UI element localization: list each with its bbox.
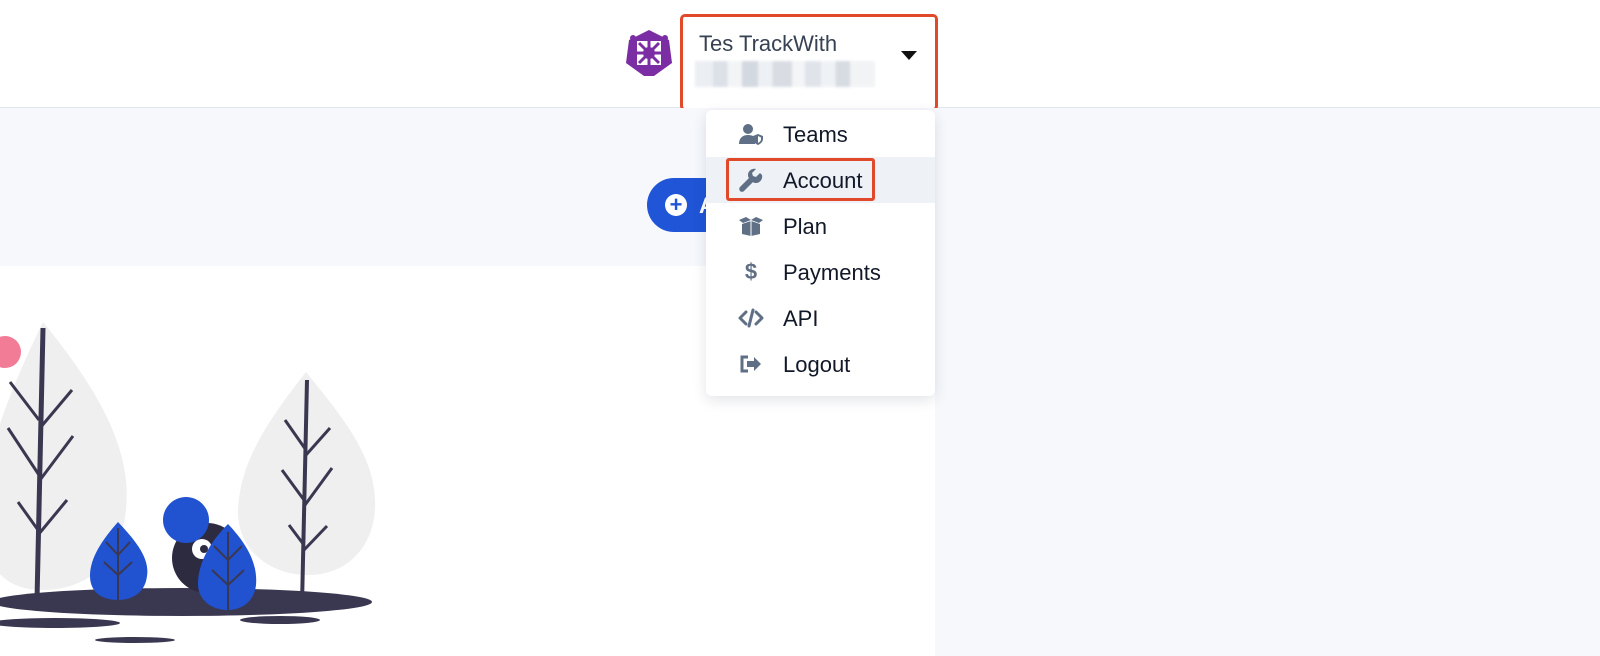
user-dropdown-menu: Teams Account Plan $ Payments API Logout [706, 110, 935, 396]
menu-item-account[interactable]: Account [706, 157, 935, 203]
code-icon [738, 305, 764, 331]
chevron-down-icon [901, 51, 917, 60]
menu-item-plan[interactable]: Plan [706, 203, 935, 249]
right-panel [935, 108, 1600, 656]
sign-out-icon [738, 351, 764, 377]
menu-item-payments[interactable]: $ Payments [706, 249, 935, 295]
user-name: Tes TrackWith [699, 31, 838, 56]
wrench-icon [738, 167, 764, 193]
menu-item-label: Payments [783, 260, 881, 285]
plus-circle-icon: + [665, 194, 687, 216]
avatar[interactable] [624, 28, 674, 78]
redacted-email [695, 61, 875, 87]
top-navbar: Tes TrackWith [0, 0, 1600, 111]
empty-state-illustration [0, 322, 376, 643]
menu-item-label: Teams [783, 122, 848, 147]
menu-item-label: Plan [783, 214, 828, 239]
box-open-icon [738, 213, 764, 239]
menu-item-teams[interactable]: Teams [706, 111, 935, 157]
menu-item-label: Logout [783, 352, 851, 377]
menu-item-label: Account [783, 168, 863, 193]
menu-item-label: API [783, 306, 819, 331]
menu-item-api[interactable]: API [706, 295, 935, 341]
user-shield-icon [738, 121, 764, 147]
dollar-icon: $ [744, 259, 758, 284]
user-dropdown-toggle[interactable]: Tes TrackWith [680, 14, 938, 111]
menu-item-logout[interactable]: Logout [706, 341, 935, 387]
